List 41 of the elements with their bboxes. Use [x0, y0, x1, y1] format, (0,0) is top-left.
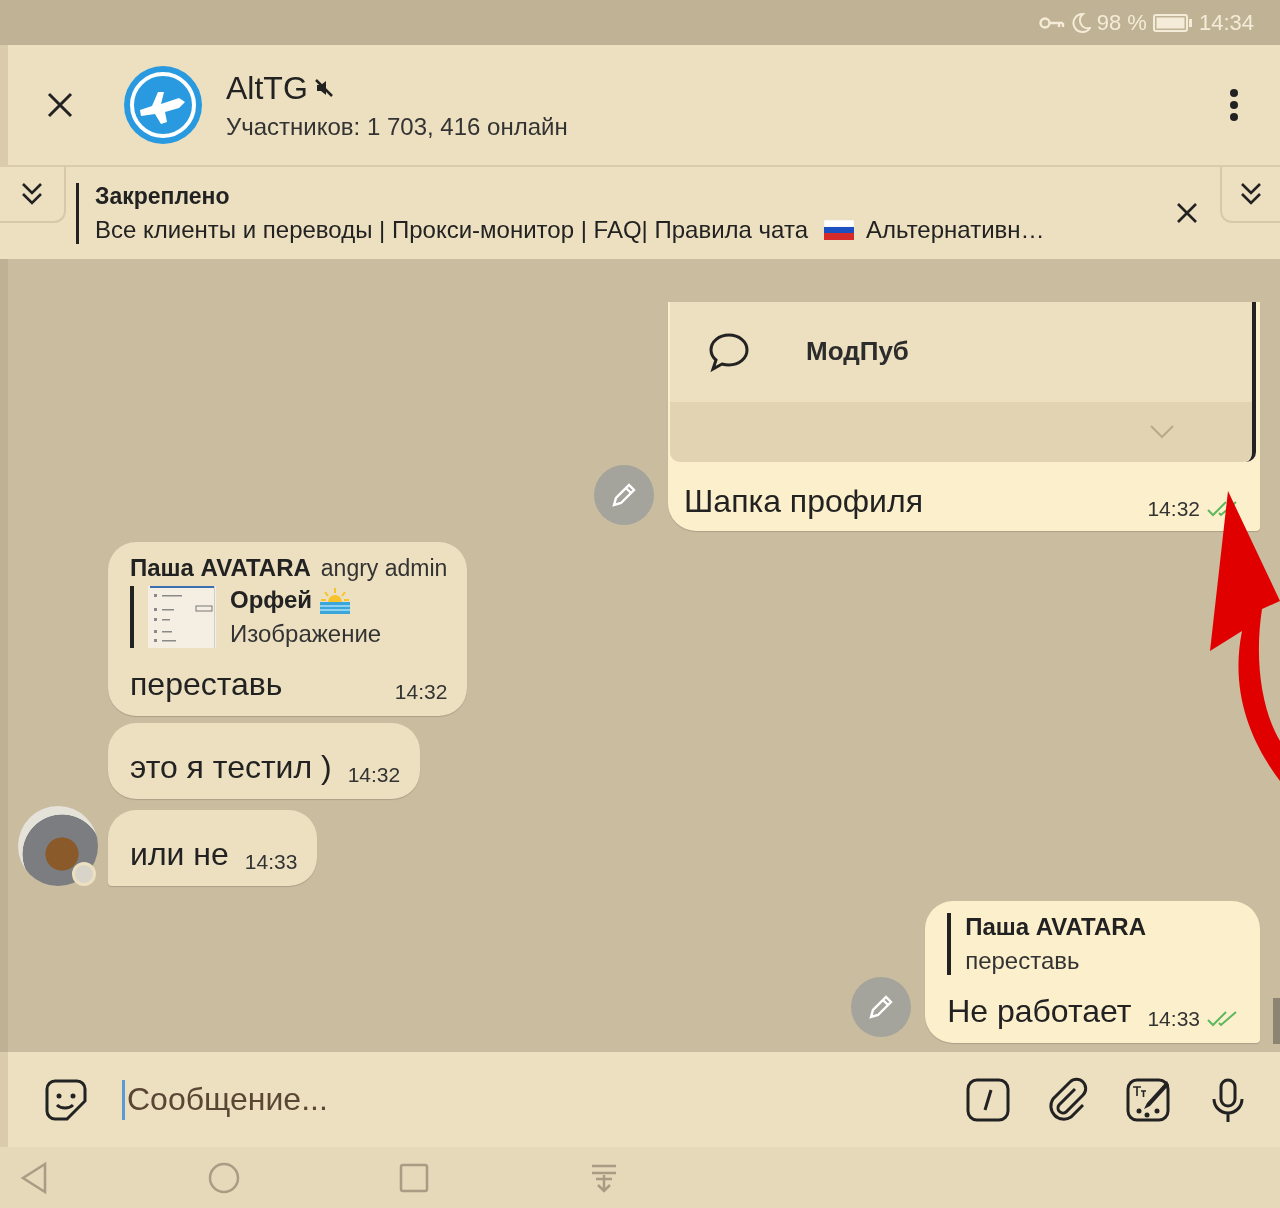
message-text: Не работает	[947, 991, 1132, 1031]
reply-author: Орфей	[230, 586, 313, 614]
clock: 14:34	[1198, 9, 1254, 36]
message-time: 14:33	[1147, 1007, 1200, 1031]
menu-item-label: МодПуб	[806, 336, 909, 368]
message-text: это я тестил )	[130, 747, 332, 787]
reply-text: Изображение	[230, 620, 382, 648]
message-time: 14:32	[394, 680, 448, 704]
scrollbar[interactable]	[1273, 998, 1280, 1044]
more-vertical-icon	[1229, 88, 1239, 122]
screenshot-thumbnail	[148, 586, 216, 648]
member-count: Участников: 1 703, 416 онлайн	[226, 112, 569, 141]
double-chevron-down-icon	[1240, 181, 1262, 207]
reply-author: Паша AVATARA	[965, 913, 1146, 941]
expand-button[interactable]	[1220, 167, 1280, 223]
message-text: переставь	[130, 664, 283, 704]
sender-name: Паша AVATARA	[130, 554, 311, 582]
pinned-message-text: Все клиенты и переводы | Прокси-монитор | FAQ| Правила чата	[95, 215, 808, 244]
channel-avatar-icon	[122, 64, 204, 146]
message-time: 14:33	[244, 850, 298, 874]
message-time: 14:32	[1147, 497, 1200, 521]
russian-flag-icon	[824, 219, 854, 240]
chevron-down-icon	[1150, 424, 1174, 439]
message-time: 14:32	[347, 763, 401, 787]
chat-title: AltTG	[226, 69, 308, 107]
message-text: Шапка профиля	[684, 481, 923, 521]
pinned-message-text: Альтернативн…	[866, 215, 1045, 244]
reply-text: переставь	[965, 947, 1081, 975]
sender-title: angry admin	[320, 555, 448, 582]
key-icon	[1038, 15, 1065, 30]
battery-icon	[1152, 13, 1193, 32]
speech-bubble-icon	[708, 331, 750, 372]
double-chevron-down-icon	[21, 181, 43, 207]
pinned-label: Закреплено	[95, 182, 231, 210]
battery-percent: 98 %	[1096, 9, 1147, 36]
text-cursor	[122, 1079, 125, 1120]
expand-button[interactable]	[0, 167, 66, 223]
close-icon	[46, 91, 74, 119]
sunrise-icon	[320, 586, 351, 614]
message-text: или не	[130, 834, 229, 874]
moon-icon	[1070, 11, 1091, 34]
